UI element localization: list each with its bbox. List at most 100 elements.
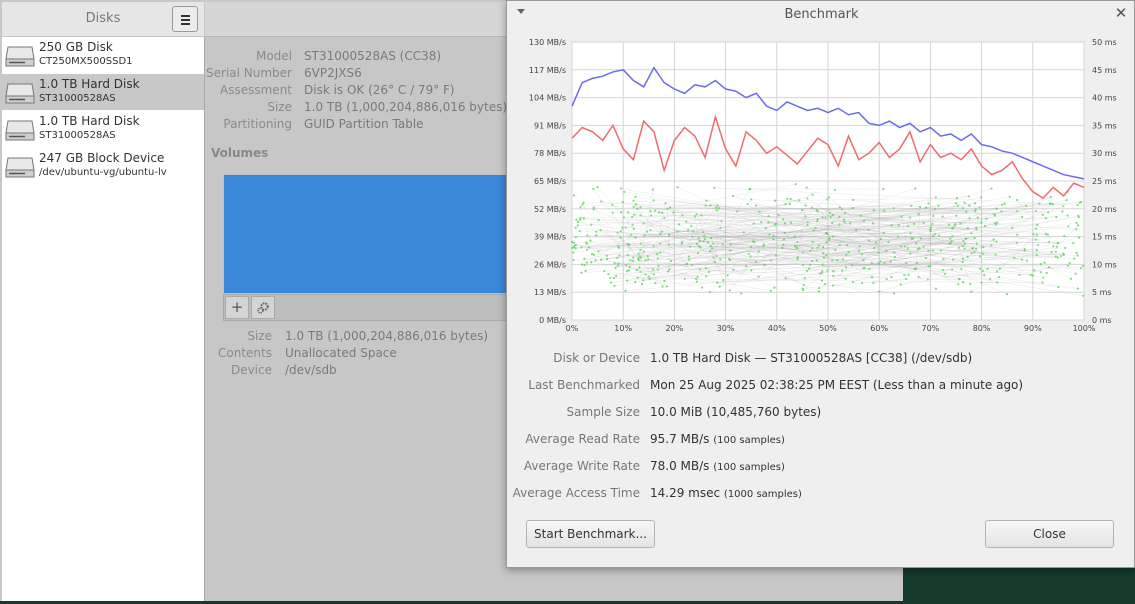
unallocated-volume-block[interactable] [224,175,514,293]
access-sample-point [690,224,693,227]
disk-device-label: Disk or Device [553,351,640,365]
partitioning-value: GUID Partition Table [304,117,424,131]
access-sample-point [619,187,623,190]
gears-icon [257,302,269,314]
access-sample-point [642,279,645,282]
model-value: ST31000528AS (CC38) [304,49,442,63]
access-sample-point [639,248,642,251]
disk-name: 1.0 TB Hard Disk [39,114,140,128]
avg-access-time: 14.29 msec [650,486,721,500]
partitioning-label: Partitioning [223,117,292,131]
x-tick-label: 70% [922,324,940,333]
disk-item-250gb[interactable]: 250 GB Disk CT250MX500SSD1 [2,37,204,73]
access-sample-point [805,186,808,189]
access-sample-point [639,256,643,259]
access-sample-point [907,273,910,276]
sample-size-label: Sample Size [566,405,640,419]
access-sample-point [1057,285,1060,289]
sidebar-header: Disks [2,2,204,37]
volume-options-button[interactable] [251,296,275,319]
close-button[interactable]: Close [985,520,1114,548]
access-sample-point [1076,203,1079,207]
access-sample-point [1021,215,1024,218]
access-sample-point [676,230,679,233]
block-device-icon [5,157,35,178]
y-right-tick-label: 5 ms [1092,288,1112,297]
y-right-tick-label: 10 ms [1092,260,1117,269]
serial-value: 6VP2JXS6 [304,66,362,80]
access-sample-point [833,188,836,192]
assessment-value: Disk is OK (26° C / 79° F) [304,83,455,97]
y-left-tick-label: 104 MB/s [529,94,566,103]
access-sample-point [1044,216,1048,220]
access-sample-point [824,216,827,219]
access-sample-point [764,227,768,230]
assessment-label: Assessment [220,83,292,97]
access-sample-point [913,267,916,271]
y-right-tick-label: 20 ms [1092,205,1117,214]
x-tick-label: 0% [566,324,579,333]
avg-access-samples: (1000 samples) [723,489,802,500]
access-sample-point [632,205,635,208]
x-tick-label: 100% [1073,324,1096,333]
disk-item-1tb-selected[interactable]: 1.0 TB Hard Disk ST31000528AS [2,74,204,110]
x-tick-label: 10% [614,324,632,333]
access-sample-point [1066,214,1069,217]
avg-read-value: 95.7 MB/s (100 samples) [650,432,785,446]
access-sample-point [827,196,830,199]
access-sample-point [589,239,592,242]
vol-contents-value: Unallocated Space [285,346,397,360]
menu-button[interactable] [172,6,198,32]
access-sample-point [574,226,577,229]
disk-name: 250 GB Disk [39,40,113,54]
y-left-tick-label: 13 MB/s [534,288,566,297]
y-right-tick-label: 45 ms [1092,66,1117,75]
size-value: 1.0 TB (1,000,204,886,016 bytes) [304,100,508,114]
access-sample-point [1000,210,1003,213]
access-sample-point [649,228,652,232]
x-tick-label: 80% [973,324,991,333]
y-right-tick-label: 35 ms [1092,121,1117,130]
access-sample-point [632,199,635,202]
start-benchmark-button[interactable]: Start Benchmark... [526,520,655,548]
access-sample-point [976,216,979,219]
avg-access-value: 14.29 msec (1000 samples) [650,486,802,500]
access-sample-point [821,263,824,266]
access-sample-point [1025,259,1028,262]
y-right-tick-label: 30 ms [1092,149,1117,158]
access-sample-point [631,215,634,219]
access-sample-point [832,274,835,278]
disk-item-block-device[interactable]: 247 GB Block Device /dev/ubuntu-vg/ubunt… [2,148,204,184]
access-sample-point [1015,199,1019,202]
access-sample-point [817,290,820,293]
size-label: Size [267,100,292,114]
y-left-tick-label: 78 MB/s [534,149,566,158]
access-sample-point [1079,267,1083,270]
access-sample-point [831,259,834,262]
access-sample-point [580,271,583,274]
access-sample-point [970,290,973,293]
y-left-tick-label: 26 MB/s [534,260,566,269]
disk-item-1tb[interactable]: 1.0 TB Hard Disk ST31000528AS [2,111,204,147]
access-sample-point [906,224,910,228]
access-sample-point [882,231,885,235]
access-sample-point [927,202,930,205]
access-sample-point [655,253,659,256]
access-sample-point [659,251,662,254]
add-partition-button[interactable]: + [225,296,249,319]
access-sample-point [870,276,874,279]
sample-size-value: 10.0 MiB (10,485,760 bytes) [650,405,822,419]
access-sample-point [995,240,998,243]
access-sample-point [629,233,633,236]
disk-device-value: 1.0 TB Hard Disk — ST31000528AS [CC38] (… [650,351,973,365]
access-sample-point [740,292,743,295]
access-sample-point [665,285,668,288]
access-sample-point [993,213,996,216]
access-sample-point [572,194,576,197]
dialog-title: Benchmark [784,7,859,22]
access-sample-point [1059,254,1063,258]
vol-contents-label: Contents [218,346,272,360]
disk-model: ST31000528AS [39,130,116,141]
access-sample-point [634,195,637,198]
close-icon[interactable]: ✕ [1113,4,1129,22]
